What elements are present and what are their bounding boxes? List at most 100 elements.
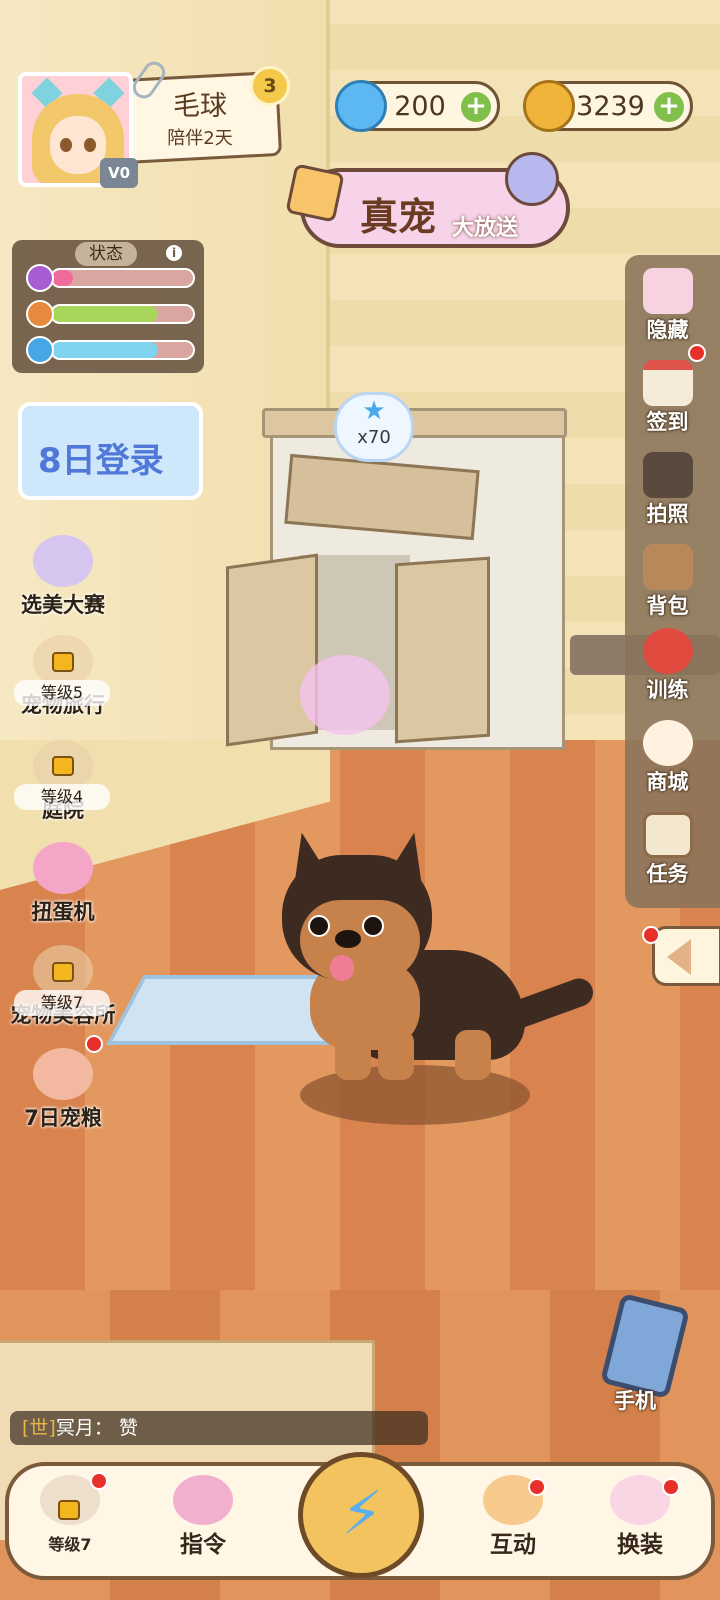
photo-button[interactable]: 拍照 [625, 452, 710, 528]
training-label: 训练 [646, 678, 689, 702]
locked-feature-lock-tag: 等级7 [48, 1535, 92, 1554]
main-action-button[interactable]: ⚡ [298, 1452, 424, 1578]
arrow-left-icon [667, 939, 691, 975]
add-gems-button[interactable]: + [461, 92, 491, 122]
gacha-machine-label: 扭蛋机 [31, 900, 95, 924]
pet-shadow [300, 1065, 530, 1125]
dog-tongue [330, 955, 354, 981]
gacha-machine-button[interactable]: 扭蛋机 [8, 842, 118, 926]
cabinet-door-left [226, 553, 318, 747]
paw-command-icon [173, 1475, 233, 1525]
food-bar [50, 304, 195, 324]
interact-button[interactable]: 互动 [458, 1475, 568, 1559]
coin-paw-icon [523, 80, 575, 132]
dress-up-label: 换装 [617, 1532, 663, 1558]
paw-glow-reward[interactable] [300, 655, 390, 735]
tasks-label: 任务 [646, 862, 689, 886]
training-button[interactable]: 训练 [625, 628, 710, 704]
lock-icon [52, 962, 74, 982]
notification-dot [528, 1478, 546, 1496]
mood-bar-fill [52, 270, 74, 286]
status-title: 状态 [75, 242, 137, 266]
mood-face-icon [26, 264, 54, 292]
vip-badge[interactable]: V0 [100, 158, 138, 188]
bowl-icon [642, 628, 693, 674]
banner-title: 真宠 [360, 195, 437, 239]
beauty-contest-label: 选美大赛 [21, 593, 105, 617]
interact-label: 互动 [490, 1532, 536, 1558]
backpack-label: 背包 [646, 594, 689, 618]
photo-label: 拍照 [646, 502, 689, 526]
dog-eye [362, 915, 384, 937]
world-chat-bar[interactable]: [世]冥月： 赞 [10, 1411, 428, 1445]
gem-counter[interactable]: 200 + [335, 80, 500, 132]
pet-travel-button[interactable]: 宠物旅行 [8, 635, 118, 719]
trophy-cat-icon [33, 535, 93, 587]
pet-travel-lock-tag: 等级5 [14, 680, 110, 706]
chat-channel: [世] [22, 1417, 56, 1439]
chat-user: 冥月： [55, 1417, 113, 1439]
backpack-button[interactable]: 背包 [625, 544, 710, 620]
water-bar [50, 340, 195, 360]
beauty-contest-button[interactable]: 选美大赛 [8, 535, 118, 619]
pet-name: 毛球 [173, 91, 227, 122]
pet-salon-button[interactable]: 宠物美容所 [8, 945, 118, 1029]
water-bar-fill [52, 342, 158, 358]
paw-hide-icon [642, 268, 693, 314]
reward-count: x70 [357, 427, 391, 448]
hide-label: 隐藏 [646, 318, 689, 342]
lock-icon [58, 1500, 80, 1520]
notification-dot [85, 1035, 103, 1053]
commands-button[interactable]: 指令 [148, 1475, 258, 1559]
avatar-eye [84, 138, 96, 152]
reward-bubble[interactable]: ★ x70 [334, 392, 414, 462]
drumstick-icon [26, 300, 54, 328]
info-icon[interactable]: i [166, 245, 182, 261]
notification-dot [642, 926, 660, 944]
chat-message: 赞 [118, 1417, 138, 1439]
courtyard-lock-tag: 等级4 [14, 784, 110, 810]
commands-label: 指令 [180, 1532, 226, 1558]
dog-nose [335, 930, 361, 948]
shop-button[interactable]: 商城 [625, 720, 710, 796]
lightning-icon: ⚡ [341, 1479, 384, 1549]
tasks-button[interactable]: 任务 [625, 812, 710, 888]
phone-label: 手机 [614, 1389, 656, 1413]
capsule-ball-icon [505, 152, 559, 206]
notification-dot [662, 1478, 680, 1496]
coin-amount: 3239 [576, 91, 645, 122]
coin-counter[interactable]: 3239 + [523, 80, 693, 132]
seven-day-food-label: 7日宠粮 [24, 1106, 102, 1130]
pet-food-icon [33, 1048, 93, 1100]
shop-label: 商城 [646, 770, 689, 794]
avatar-eye [60, 138, 72, 152]
hide-button[interactable]: 隐藏 [625, 268, 710, 344]
shop-cat-icon [642, 720, 693, 766]
dog-leg [378, 1030, 414, 1080]
camera-icon [642, 452, 693, 498]
star-icon: ★ [362, 396, 386, 426]
checkin-button[interactable]: 签到 [625, 360, 710, 436]
add-coins-button[interactable]: + [654, 92, 684, 122]
dog-leg [335, 1030, 371, 1080]
notification-dot [90, 1472, 108, 1490]
cabinet-top [262, 408, 567, 438]
lock-icon [52, 756, 74, 776]
pet-salon-lock-tag: 等级7 [14, 990, 110, 1016]
companion-days: 陪伴2天 [167, 128, 233, 149]
cabinet-door-right [395, 556, 490, 744]
gem-amount: 200 [394, 91, 446, 122]
calendar-icon [642, 360, 693, 406]
courtyard-button[interactable]: 庭院 [8, 740, 118, 824]
water-drop-icon [26, 336, 54, 364]
ticket-icon [285, 163, 345, 223]
seven-day-food-button[interactable]: 7日宠粮 [8, 1048, 118, 1132]
avatar-face [50, 116, 106, 174]
dog-eye [308, 915, 330, 937]
lock-icon [52, 652, 74, 672]
hanger-icon [610, 1475, 670, 1525]
gem-paw-icon [335, 80, 387, 132]
collapse-menu-button[interactable] [652, 926, 720, 986]
level-badge: 3 [250, 66, 290, 106]
banner-subtitle: 大放送 [452, 216, 519, 241]
